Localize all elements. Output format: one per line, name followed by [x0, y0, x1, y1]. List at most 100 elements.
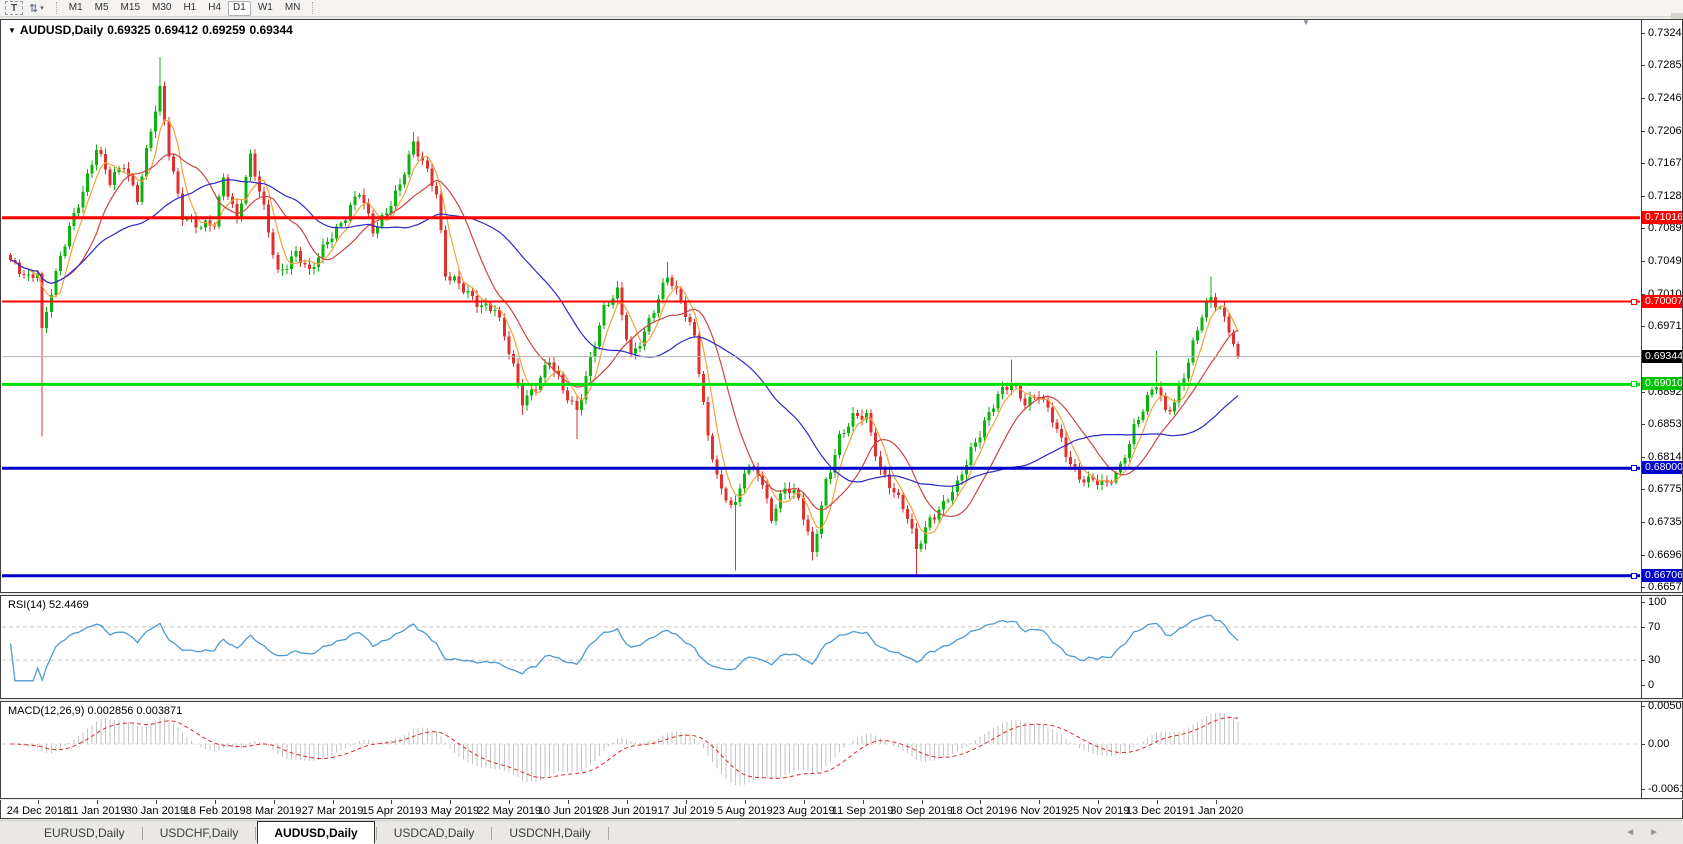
price-tag: 0.70007	[1642, 295, 1683, 308]
price-axis-label: 0.69710	[1648, 320, 1683, 332]
chart-tab-usdcad[interactable]: USDCAD,Daily	[378, 823, 491, 844]
price-axis-label: 0.71280	[1648, 190, 1683, 202]
rsi-axis-tick	[1641, 627, 1645, 628]
rsi-axis-label: 100	[1648, 596, 1666, 608]
price-tag: 0.69344	[1642, 350, 1683, 363]
line-drag-handle[interactable]	[1631, 299, 1637, 305]
candlestick-layer	[1, 20, 1682, 592]
text-tool-button[interactable]: T	[5, 1, 23, 15]
toolbar-separator	[312, 2, 313, 14]
tab-separator	[491, 827, 492, 840]
dropdown-caret-icon[interactable]: ▾	[40, 4, 44, 12]
rsi-axis-line	[1641, 596, 1642, 698]
macd-axis-label: -0.006148	[1648, 783, 1683, 795]
macd-axis-tick	[1641, 744, 1645, 745]
price-axis-tick	[1641, 555, 1645, 556]
tab-separator	[142, 827, 143, 840]
price-axis-label: 0.72460	[1648, 92, 1683, 104]
tab-scroll-left-button[interactable]: ◄	[1625, 827, 1649, 838]
macd-axis-line	[1641, 702, 1642, 798]
price-axis-tick	[1641, 392, 1645, 393]
date-tick	[274, 800, 275, 804]
date-tick	[627, 800, 628, 804]
macd-axis-label: 0.005076	[1648, 701, 1683, 712]
timeframe-button-mn[interactable]: MN	[280, 1, 306, 16]
date-tick	[863, 800, 864, 804]
timeframe-button-m1[interactable]: M1	[64, 1, 88, 16]
price-axis-tick	[1641, 228, 1645, 229]
chart-tab-usdchf[interactable]: USDCHF,Daily	[144, 823, 255, 844]
ohlc-open: 0.69325	[107, 23, 150, 37]
date-tick	[450, 800, 451, 804]
price-tag: 0.68000	[1642, 461, 1683, 474]
timeframe-buttons: M1M5M15M30H1H4D1W1MN	[63, 1, 307, 16]
macd-axis-label: 0.00	[1648, 738, 1669, 750]
price-axis-label: 0.68530	[1648, 418, 1683, 430]
timeframe-button-m5[interactable]: M5	[90, 1, 114, 16]
chart-symbol-header: ▼AUDUSD,Daily0.693250.694120.692590.6934…	[8, 23, 297, 37]
tab-separator	[376, 827, 377, 840]
tab-separator	[255, 827, 256, 840]
line-drag-handle[interactable]	[1631, 465, 1637, 471]
date-tick	[333, 800, 334, 804]
timeframe-button-m15[interactable]: M15	[116, 1, 145, 16]
date-tick	[980, 800, 981, 804]
price-axis-tick	[1641, 131, 1645, 132]
macd-axis-tick	[1641, 706, 1645, 707]
rsi-axis-tick	[1641, 660, 1645, 661]
date-label: 1 Jan 2020	[1179, 805, 1253, 817]
date-tick	[922, 800, 923, 804]
price-axis-label: 0.66570	[1648, 581, 1683, 593]
rsi-axis-label: 30	[1648, 654, 1660, 666]
ohlc-close: 0.69344	[249, 23, 292, 37]
price-axis-tick	[1641, 65, 1645, 66]
rsi-axis-tick	[1641, 685, 1645, 686]
date-tick	[745, 800, 746, 804]
cursor-tool-button[interactable]: ⇅ ▾	[29, 2, 48, 15]
date-tick	[1216, 800, 1217, 804]
rsi-axis-label: 70	[1648, 621, 1660, 633]
price-axis-tick	[1641, 33, 1645, 34]
tab-scroll-right-button[interactable]: ►	[1649, 827, 1673, 838]
chart-tab-eurusd[interactable]: EURUSD,Daily	[28, 823, 141, 844]
date-tick	[1157, 800, 1158, 804]
timeframe-button-h1[interactable]: H1	[178, 1, 201, 16]
macd-axis-tick	[1641, 789, 1645, 790]
price-axis-tick	[1641, 196, 1645, 197]
price-axis-tick	[1641, 261, 1645, 262]
collapse-marker-icon[interactable]: ▼	[8, 26, 16, 35]
chart-shift-marker-icon[interactable]: ▼	[1302, 19, 1310, 27]
line-drag-handle[interactable]	[1631, 381, 1637, 387]
price-chart-panel[interactable]: ▼AUDUSD,Daily0.693250.694120.692590.6934…	[0, 19, 1683, 593]
price-axis-label: 0.72060	[1648, 125, 1683, 137]
price-axis-tick	[1641, 489, 1645, 490]
tab-separator	[608, 827, 609, 840]
timeframe-button-h4[interactable]: H4	[203, 1, 226, 16]
price-axis-tick	[1641, 326, 1645, 327]
date-tick	[804, 800, 805, 804]
macd-indicator-panel[interactable]: MACD(12,26,9) 0.002856 0.003871 0.005076…	[0, 701, 1683, 799]
date-axis[interactable]: 24 Dec 201811 Jan 201930 Jan 201918 Feb …	[0, 800, 1683, 819]
price-axis-tick	[1641, 98, 1645, 99]
symbol-label: AUDUSD,Daily	[20, 23, 103, 37]
rsi-axis-tick	[1641, 602, 1645, 603]
rsi-line-layer	[1, 596, 1682, 698]
chart-tab-audusd[interactable]: AUDUSD,Daily	[257, 821, 374, 844]
timeframe-button-m30[interactable]: M30	[147, 1, 176, 16]
date-tick	[156, 800, 157, 804]
date-tick	[38, 800, 39, 804]
price-axis-tick	[1641, 587, 1645, 588]
price-tag: 0.71016	[1642, 211, 1683, 224]
price-axis-label: 0.71670	[1648, 157, 1683, 169]
timeframe-button-d1[interactable]: D1	[228, 1, 251, 16]
timeframe-button-w1[interactable]: W1	[253, 1, 278, 16]
chart-tab-usdcnh[interactable]: USDCNH,Daily	[493, 823, 606, 844]
date-tick	[391, 800, 392, 804]
chart-tab-bar: EURUSD,DailyUSDCHF,DailyAUDUSD,DailyUSDC…	[0, 820, 1683, 844]
rsi-indicator-panel[interactable]: RSI(14) 52.4469 10070300	[0, 595, 1683, 699]
price-axis-tick	[1641, 457, 1645, 458]
line-drag-handle[interactable]	[1631, 573, 1637, 579]
price-tag: 0.69010	[1642, 377, 1683, 390]
price-axis-label: 0.66960	[1648, 549, 1683, 561]
date-tick	[97, 800, 98, 804]
